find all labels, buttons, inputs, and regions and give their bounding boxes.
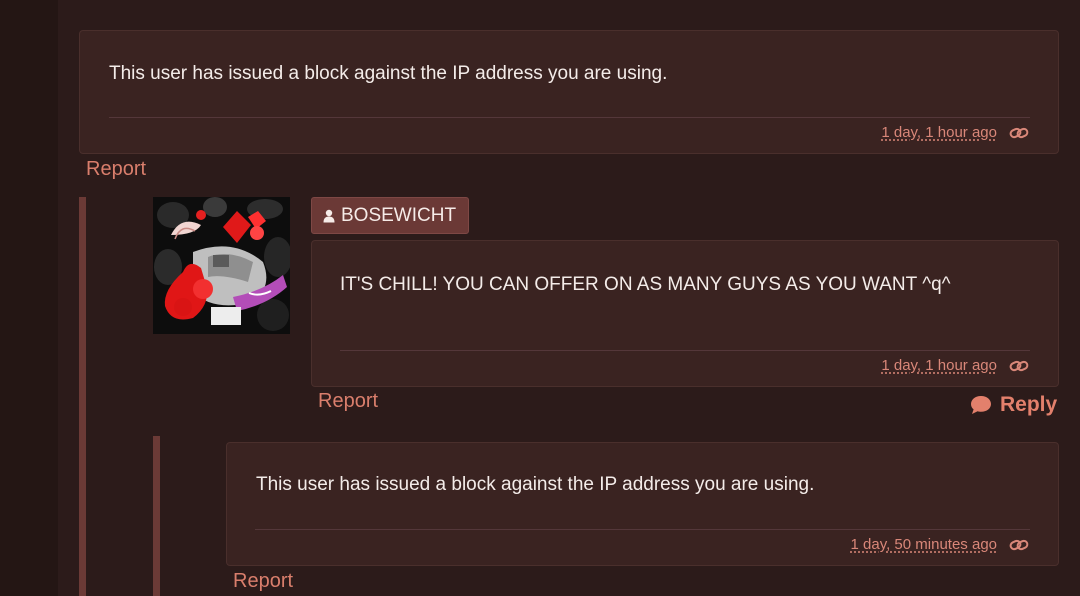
comment-panel: This user has issued a block against the… xyxy=(79,30,1059,154)
link-icon[interactable] xyxy=(1009,359,1029,373)
reply-label: Reply xyxy=(1000,393,1058,416)
comment-panel: This user has issued a block against the… xyxy=(226,442,1059,566)
report-button[interactable]: Report xyxy=(233,570,293,593)
comment-timestamp[interactable]: 1 day, 1 hour ago xyxy=(881,357,997,374)
avatar[interactable] xyxy=(153,197,290,334)
comment-meta: 1 day, 1 hour ago xyxy=(881,357,1029,374)
comment-timestamp[interactable]: 1 day, 1 hour ago xyxy=(881,124,997,141)
comment-meta: 1 day, 1 hour ago xyxy=(881,124,1029,141)
comment-text: This user has issued a block against the… xyxy=(256,474,815,495)
comment-text: This user has issued a block against the… xyxy=(109,63,668,84)
link-icon[interactable] xyxy=(1009,126,1029,140)
comment-divider xyxy=(109,117,1030,118)
link-icon[interactable] xyxy=(1009,538,1029,552)
reply-button[interactable]: Reply xyxy=(970,393,1057,417)
comment-divider xyxy=(255,529,1030,530)
speech-bubble-icon xyxy=(971,396,991,414)
comment-text: IT'S CHILL! YOU CAN OFFER ON AS MANY GUY… xyxy=(340,274,951,295)
left-gutter xyxy=(0,0,58,596)
comment-panel: IT'S CHILL! YOU CAN OFFER ON AS MANY GUY… xyxy=(311,240,1059,387)
avatar-image xyxy=(153,197,290,334)
comment-divider xyxy=(340,350,1030,351)
thread-line xyxy=(79,197,86,596)
comment-timestamp[interactable]: 1 day, 50 minutes ago xyxy=(851,536,997,553)
comment-meta: 1 day, 50 minutes ago xyxy=(851,536,1029,553)
user-icon xyxy=(323,209,335,222)
username-label: BOSEWICHT xyxy=(341,204,457,226)
report-button[interactable]: Report xyxy=(86,158,146,181)
username-badge[interactable]: BOSEWICHT xyxy=(311,197,470,234)
report-button[interactable]: Report xyxy=(318,390,378,413)
thread-line xyxy=(153,436,160,596)
